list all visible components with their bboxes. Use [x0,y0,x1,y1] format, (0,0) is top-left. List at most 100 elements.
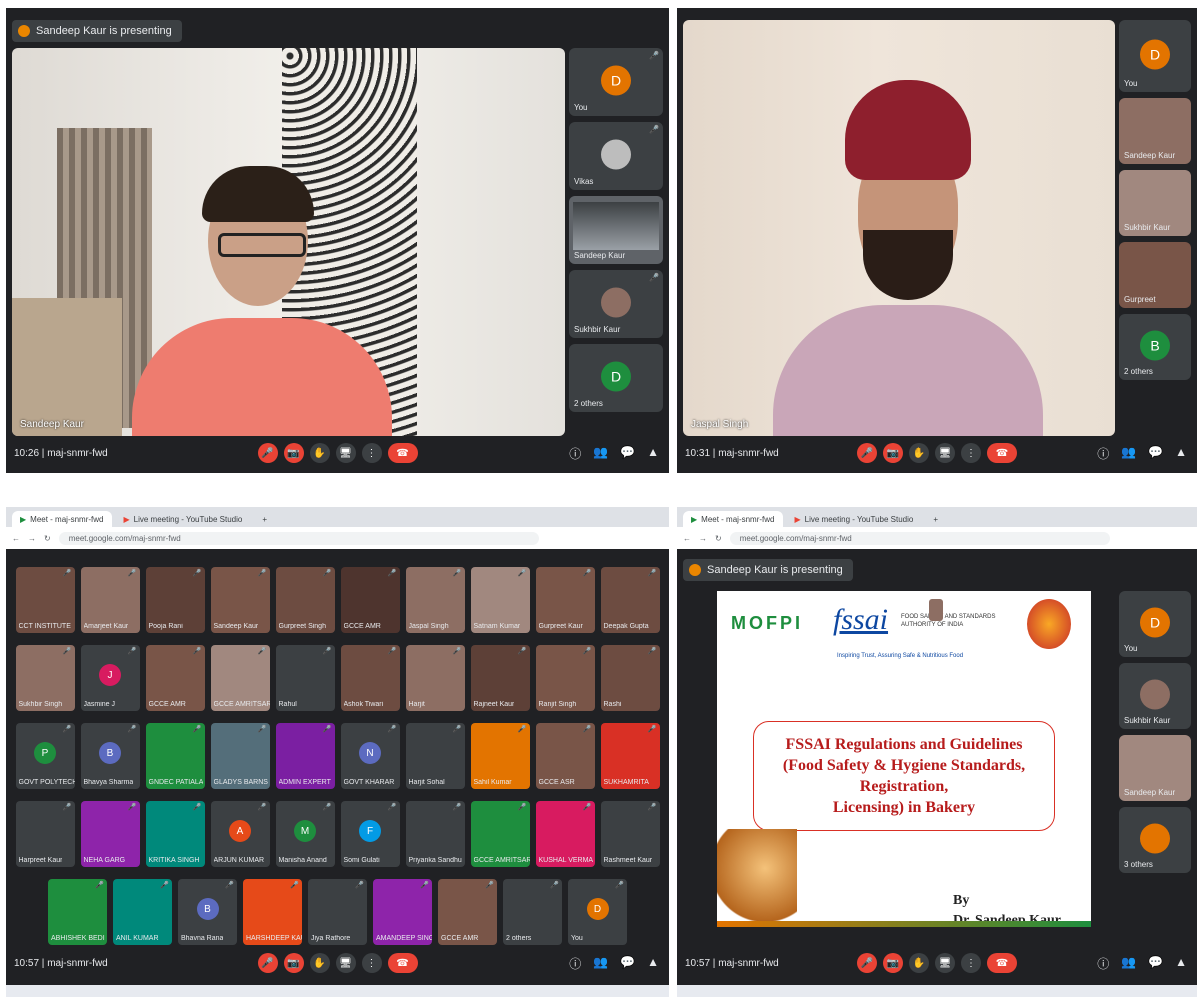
participant-tile[interactable]: 🎤 GCCE ASR [535,723,595,789]
participant-tile[interactable]: 🎤 Harjit Sohal [405,723,465,789]
participant-tile[interactable]: 🎤 Sukhbir Singh [15,645,75,711]
mic-off-icon[interactable]: 🎤 [257,443,278,463]
participant-tile[interactable]: Sandeep Kaur [569,196,663,264]
participant-tile[interactable]: 🎤 GCCE AMR [438,879,497,945]
participant-tile[interactable]: 🎤 Jiya Rathore [308,879,367,945]
participant-tile[interactable]: 🎤 KRITIKA SINGH [145,801,205,867]
raise-hand-icon[interactable]: ✋ [309,953,330,973]
people-icon[interactable]: 👥 [1121,955,1136,972]
participant-tile[interactable]: D 2 others [569,344,663,412]
activities-icon[interactable]: ▲ [647,445,659,462]
reload-icon[interactable]: ↻ [44,534,51,543]
raise-hand-icon[interactable]: ✋ [909,953,929,973]
presentation-slide[interactable]: MOFPI fssai FOOD SAFETY AND STANDARDS AU… [717,591,1091,928]
participant-tile[interactable]: 🎤 Gurpreet Singh [275,567,335,633]
browser-tab[interactable]: ▶ Live meeting - YouTube Studio [115,511,251,527]
present-icon[interactable]: 🖥 [335,443,356,463]
address-bar[interactable]: meet.google.com/maj-snmr-fwd [729,531,1110,545]
participant-tile[interactable]: 🎤 GLADYS BARNS [210,723,270,789]
mic-off-icon[interactable]: 🎤 [257,953,278,973]
chat-icon[interactable]: 💬 [620,445,635,462]
participant-tile[interactable]: 🎤 CCT INSTITUTE [15,567,75,633]
participant-tile[interactable]: D You [1119,20,1191,92]
participant-tile[interactable]: 🎤 NEHA GARG [80,801,140,867]
back-icon[interactable]: ← [12,534,20,543]
info-icon[interactable]: ⓘ [1097,445,1109,462]
participant-tile[interactable]: 🎤 Ranjit Singh [535,645,595,711]
participant-tile[interactable]: Sandeep Kaur [1119,735,1191,801]
people-icon[interactable]: 👥 [593,955,608,972]
participant-tile[interactable]: 🎤 Harpreet Kaur [15,801,75,867]
activities-icon[interactable]: ▲ [647,955,659,972]
participant-tile[interactable]: 🎤 Sukhbir Kaur [569,270,663,338]
new-tab-icon[interactable]: + [254,511,275,527]
participant-tile[interactable]: 🎤 D You [568,879,627,945]
participant-tile[interactable]: 🎤 KUSHAL VERMA [535,801,595,867]
raise-hand-icon[interactable]: ✋ [909,443,929,463]
participant-tile[interactable]: 🎤 Amarjeet Kaur [80,567,140,633]
present-icon[interactable]: 🖥 [935,443,955,463]
participant-tile[interactable]: D You [1119,591,1191,657]
camera-off-icon[interactable]: 📷 [883,443,903,463]
participant-tile[interactable]: 🎤 AMANDEEP SINGH [373,879,432,945]
people-icon[interactable]: 👥 [1121,445,1136,462]
forward-icon[interactable]: → [699,534,707,543]
participant-tile[interactable]: 🎤 Rashi [600,645,660,711]
participant-tile[interactable]: 🎤 F Somi Gulati [340,801,400,867]
more-options-icon[interactable]: ⋮ [361,953,382,973]
participant-tile[interactable]: 🎤 GNDEC PATIALA [145,723,205,789]
participant-tile[interactable]: 🎤 2 others [503,879,562,945]
browser-tab[interactable]: ▶ Meet - maj-snmr-fwd [12,511,112,527]
participant-tile[interactable]: 🎤 SUKHAMRITA [600,723,660,789]
chat-icon[interactable]: 💬 [1148,445,1163,462]
new-tab-icon[interactable]: + [925,511,946,527]
participant-tile[interactable]: 🎤 Sandeep Kaur [210,567,270,633]
raise-hand-icon[interactable]: ✋ [309,443,330,463]
participant-tile[interactable]: 🎤 A ARJUN KUMAR [210,801,270,867]
participant-tile[interactable]: 🎤 Rashmeet Kaur [600,801,660,867]
participant-tile[interactable]: 🎤 ABHISHEK BEDI [48,879,107,945]
main-speaker-video[interactable]: Jaspal Singh [683,20,1115,436]
participant-tile[interactable]: 🎤 Deepak Gupta [600,567,660,633]
forward-icon[interactable]: → [28,534,36,543]
address-bar[interactable]: meet.google.com/maj-snmr-fwd [58,531,539,545]
participant-tile[interactable]: 🎤 Pooja Rani [145,567,205,633]
info-icon[interactable]: ⓘ [569,445,581,462]
hang-up-button[interactable]: ☎ [987,953,1017,973]
participant-tile[interactable]: Sukhbir Kaur [1119,663,1191,729]
chat-icon[interactable]: 💬 [620,955,635,972]
mic-off-icon[interactable]: 🎤 [857,443,877,463]
hang-up-button[interactable]: ☎ [387,443,418,463]
hang-up-button[interactable]: ☎ [987,443,1017,463]
people-icon[interactable]: 👥 [593,445,608,462]
main-speaker-video[interactable]: Sandeep Kaur [12,48,565,436]
participant-tile[interactable]: 🎤 Ashok Tiwari [340,645,400,711]
chat-icon[interactable]: 💬 [1148,955,1163,972]
participant-tile[interactable]: 🎤 Vikas [569,122,663,190]
participant-tile[interactable]: D 🎤 You [569,48,663,116]
participant-tile[interactable]: Sandeep Kaur [1119,98,1191,164]
present-icon[interactable]: 🖥 [335,953,356,973]
participant-tile[interactable]: 🎤 N GOVT KHARAR [340,723,400,789]
camera-off-icon[interactable]: 📷 [883,953,903,973]
participant-tile[interactable]: 🎤 M Manisha Anand [275,801,335,867]
participant-tile[interactable]: 🎤 Priyanka Sandhu [405,801,465,867]
more-options-icon[interactable]: ⋮ [961,953,981,973]
participant-tile[interactable]: 🎤 HARSHDEEP KAUR [243,879,302,945]
participant-tile[interactable]: 🎤 GCCE AMR [340,567,400,633]
mic-off-icon[interactable]: 🎤 [857,953,877,973]
participant-tile[interactable]: 🎤 GCCE AMRITSAR [470,801,530,867]
more-options-icon[interactable]: ⋮ [961,443,981,463]
present-icon[interactable]: 🖥 [935,953,955,973]
info-icon[interactable]: ⓘ [1097,955,1109,972]
browser-tab[interactable]: ▶ Live meeting - YouTube Studio [786,511,922,527]
more-options-icon[interactable]: ⋮ [361,443,382,463]
participant-tile[interactable]: 3 others [1119,807,1191,873]
participant-tile[interactable]: 🎤 ADMIN EXPERT [275,723,335,789]
browser-tab[interactable]: ▶ Meet - maj-snmr-fwd [683,511,783,527]
participant-tile[interactable]: Gurpreet [1119,242,1191,308]
camera-off-icon[interactable]: 📷 [283,953,304,973]
participant-tile[interactable]: 🎤 ANIL KUMAR [113,879,172,945]
participant-tile[interactable]: 🎤 B Bhavna Rana [178,879,237,945]
participant-tile[interactable]: 🎤 P GOVT POLYTECHNIC [15,723,75,789]
